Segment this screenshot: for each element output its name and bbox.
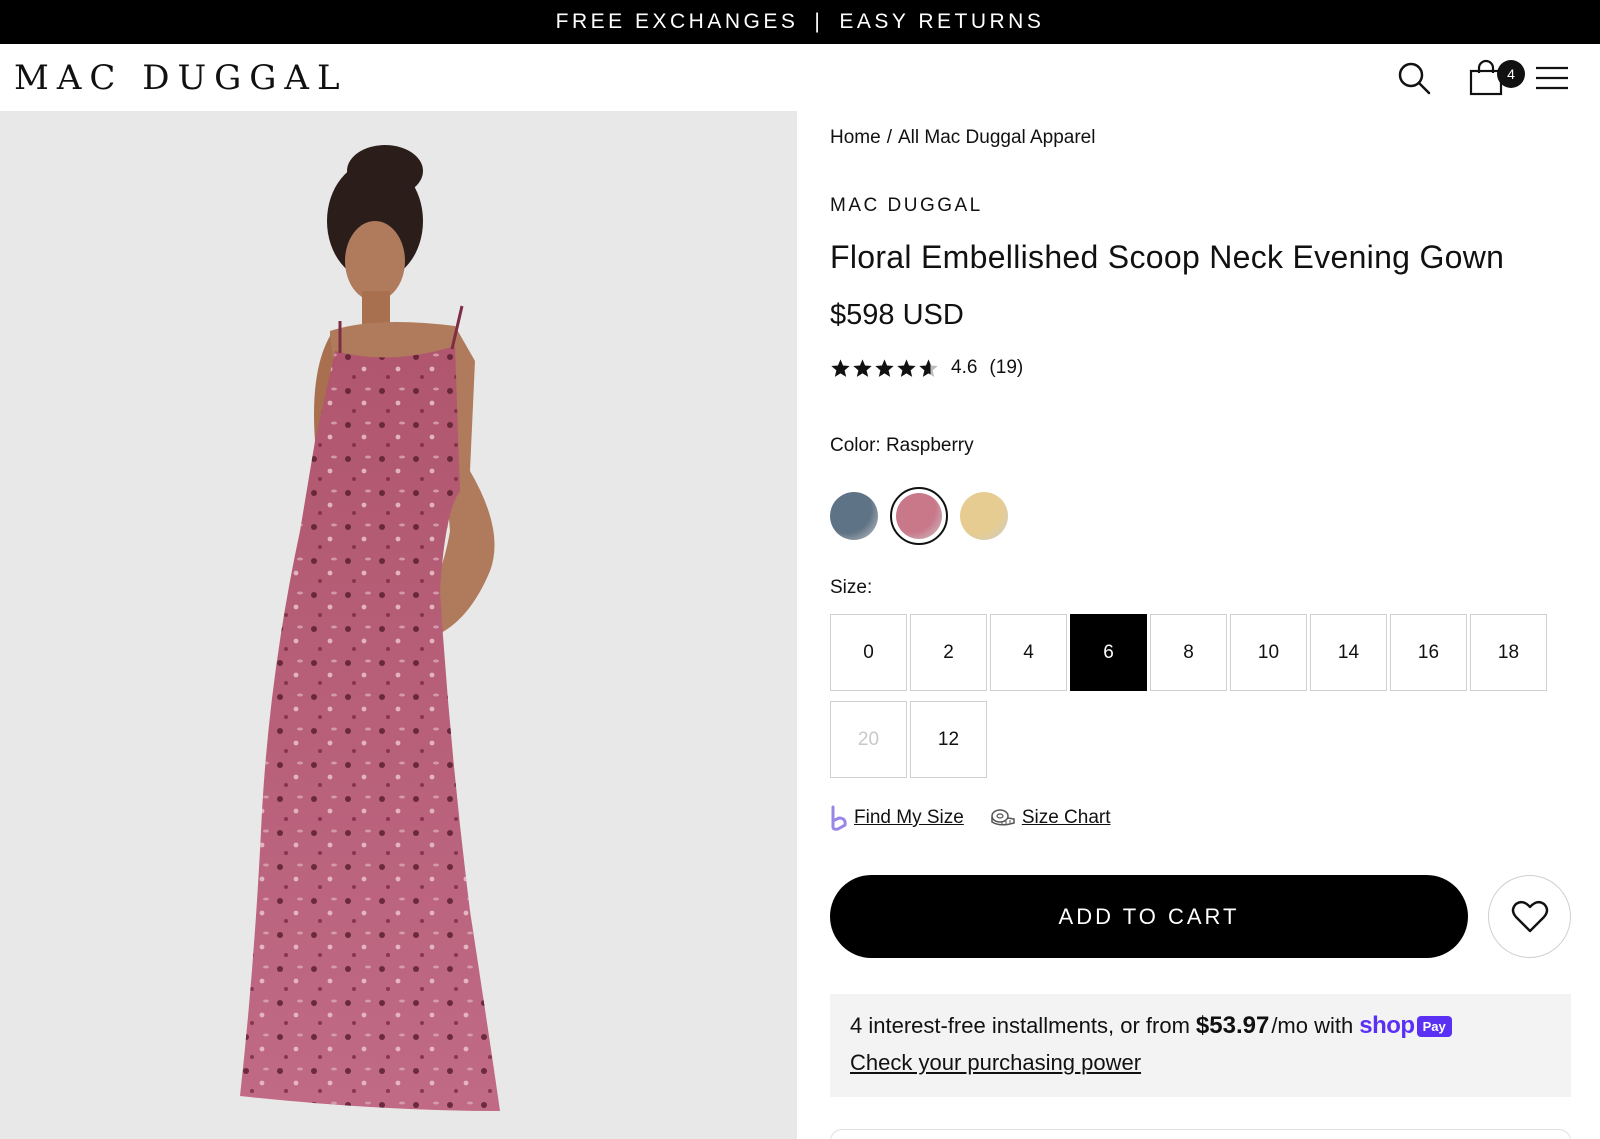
- rating-stars: [830, 358, 939, 379]
- installments-text-after: /mo with: [1271, 1013, 1354, 1038]
- color-swatch-raspberry[interactable]: [890, 487, 948, 545]
- breadcrumb-home[interactable]: Home: [830, 127, 881, 149]
- size-option-8[interactable]: 8: [1150, 614, 1227, 691]
- product-price: $598 USD: [830, 299, 964, 331]
- purchasing-power-link[interactable]: Check your purchasing power: [850, 1050, 1141, 1076]
- size-help-links: Find My Size Size Chart: [830, 805, 1111, 831]
- color-label: Color: Raspberry: [830, 435, 974, 456]
- search-icon: [1398, 62, 1431, 95]
- size-option-4[interactable]: 4: [990, 614, 1067, 691]
- size-option-0[interactable]: 0: [830, 614, 907, 691]
- star-icon: [853, 358, 872, 377]
- size-chart-link[interactable]: Size Chart: [990, 807, 1111, 829]
- product-title: Floral Embellished Scoop Neck Evening Go…: [830, 239, 1505, 275]
- wishlist-button[interactable]: [1488, 875, 1571, 958]
- star-icon: [875, 358, 894, 377]
- find-my-size-link[interactable]: Find My Size: [830, 805, 964, 831]
- product-photo-illustration: [0, 111, 797, 1139]
- cart-count-badge: 4: [1497, 60, 1525, 88]
- shop-pay-logo: shop: [1359, 1012, 1415, 1039]
- size-chart-label: Size Chart: [1021, 807, 1111, 828]
- hamburger-menu-icon: [1536, 66, 1568, 90]
- color-swatch-fill: [830, 492, 878, 540]
- announcement-free-exchanges: FREE EXCHANGES: [555, 10, 799, 33]
- size-option-2[interactable]: 2: [910, 614, 987, 691]
- installments-amount: $53.97: [1195, 1012, 1270, 1039]
- product-vendor[interactable]: MAC DUGGAL: [830, 195, 983, 217]
- announcement-easy-returns: EASY RETURNS: [839, 10, 1045, 33]
- product-image[interactable]: [0, 111, 797, 1139]
- size-label: Size:: [830, 577, 873, 598]
- size-option-6[interactable]: 6: [1070, 614, 1147, 691]
- color-swatch-fill: [960, 492, 1008, 540]
- breadcrumb: Home / All Mac Duggal Apparel: [830, 127, 1095, 149]
- size-option-18[interactable]: 18: [1470, 614, 1547, 691]
- search-button[interactable]: [1394, 58, 1434, 98]
- next-section-card: [830, 1129, 1571, 1139]
- breadcrumb-current[interactable]: All Mac Duggal Apparel: [898, 127, 1096, 149]
- installments-text-before: 4 interest-free installments, or from: [850, 1013, 1190, 1038]
- color-swatch-blue[interactable]: [830, 492, 878, 540]
- announcement-bar: FREE EXCHANGES | EASY RETURNS: [0, 0, 1600, 44]
- size-option-10[interactable]: 10: [1230, 614, 1307, 691]
- site-logo[interactable]: MAC DUGGAL: [14, 58, 348, 98]
- star-icon: [919, 358, 938, 377]
- announcement-separator: |: [814, 10, 824, 33]
- rating-count: (19): [989, 357, 1024, 378]
- rating-value: 4.6: [951, 357, 978, 378]
- shop-pay-installments: 4 interest-free installments, or from $5…: [830, 994, 1571, 1097]
- size-option-12[interactable]: 12: [910, 701, 987, 778]
- star-icon: [897, 358, 916, 377]
- size-option-14[interactable]: 14: [1310, 614, 1387, 691]
- breadcrumb-separator: /: [886, 127, 892, 148]
- site-header: MAC DUGGAL 4: [0, 44, 1600, 111]
- color-swatch-fill: [896, 493, 942, 539]
- find-my-size-label: Find My Size: [854, 807, 964, 828]
- measuring-tape-icon: [991, 809, 1015, 826]
- color-swatch-yellow[interactable]: [960, 492, 1008, 540]
- product-rating[interactable]: 4.6 (19): [830, 357, 1023, 379]
- size-option-16[interactable]: 16: [1390, 614, 1467, 691]
- add-to-cart-button[interactable]: ADD TO CART: [830, 875, 1468, 958]
- star-icon: [831, 358, 850, 377]
- menu-button[interactable]: [1532, 58, 1572, 98]
- find-my-size-icon: [831, 805, 847, 831]
- heart-icon: [1511, 900, 1548, 932]
- shop-pay-badge: Pay: [1416, 1015, 1452, 1037]
- color-swatches: [830, 487, 1008, 545]
- installments-line: 4 interest-free installments, or from $5…: [850, 1012, 1551, 1040]
- size-option-20: 20: [830, 701, 907, 778]
